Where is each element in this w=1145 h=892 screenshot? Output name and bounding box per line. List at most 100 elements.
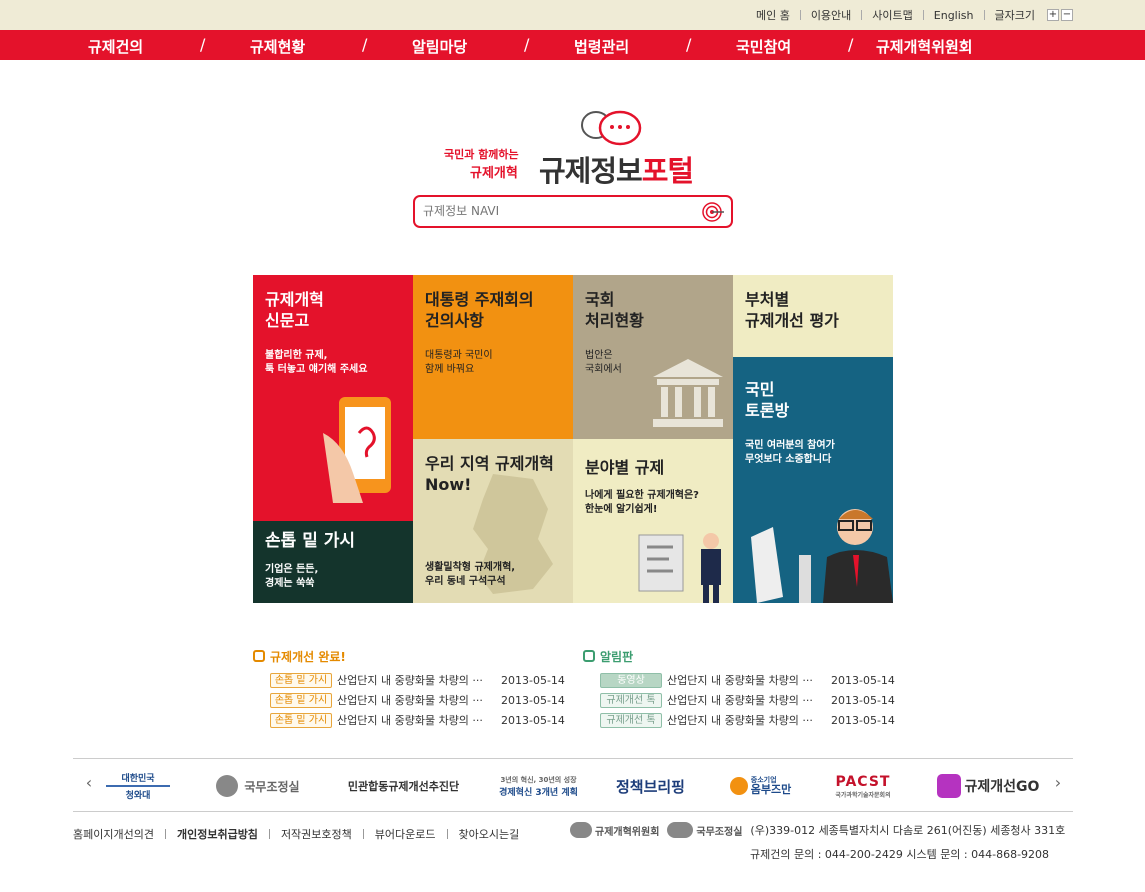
nav-item-participation[interactable]: 국민참여	[736, 36, 791, 57]
item-date: 2013-05-14	[501, 673, 565, 687]
guide-link[interactable]: 이용안내	[801, 7, 861, 23]
nav-separator: /	[524, 35, 530, 54]
nav-item-status[interactable]: 규제현황	[250, 36, 305, 57]
presentation-man-icon	[638, 533, 721, 603]
item-title[interactable]: 산업단지 내 중량화물 차량의 ···	[667, 672, 827, 688]
banner-economy-plan[interactable]: 3년의 혁신, 30년의 성장 경제혁신 3개년 계획	[491, 771, 586, 801]
ombudsman-text: 중소기업 옴부즈만	[751, 776, 791, 796]
tile-discussion-room[interactable]: 국민 토론방 국민 여러분의 참여가 무엇보다 소중합니다	[733, 357, 893, 603]
footer-link-copyright[interactable]: 저작권보호정책	[270, 826, 363, 842]
list-item[interactable]: 손톱 밑 가시 산업단지 내 중량화물 차량의 ··· 2013-05-14	[253, 670, 568, 690]
nav-item-law[interactable]: 법령관리	[574, 36, 629, 57]
list-item[interactable]: 손톱 밑 가시 산업단지 내 중량화물 차량의 ··· 2013-05-14	[253, 690, 568, 710]
list-item[interactable]: 손톱 밑 가시 산업단지 내 중량화물 차량의 ··· 2013-05-14	[253, 710, 568, 730]
sitemap-link[interactable]: 사이트맵	[862, 7, 922, 23]
list-item[interactable]: 규제개선 톡 산업단지 내 중량화물 차량의 ··· 2013-05-14	[583, 690, 898, 710]
footer-address-row: 규제개혁위원회 국무조정실 (우)339-012 세종특별자치시 다솜로 261…	[570, 822, 1065, 838]
search-box	[413, 195, 733, 228]
man-with-computer-icon	[751, 509, 893, 603]
news-list: 동영상 산업단지 내 중량화물 차량의 ··· 2013-05-14 규제개선 톡 산…	[583, 670, 898, 730]
footer-link-feedback[interactable]: 홈페이지개선의견	[73, 826, 165, 842]
list-item[interactable]: 동영상 산업단지 내 중량화물 차량의 ··· 2013-05-14	[583, 670, 898, 690]
logo-title: 규제정보포털	[539, 148, 694, 190]
nav-separator: /	[848, 35, 854, 54]
font-increase-button[interactable]: +	[1047, 9, 1059, 21]
category-tag: 손톱 밑 가시	[270, 712, 332, 728]
tile-desc: 국민 여러분의 참여가 무엇보다 소중합니다	[745, 440, 835, 465]
item-title[interactable]: 산업단지 내 중량화물 차량의 ···	[667, 692, 827, 708]
banner-label: 청와대	[125, 791, 151, 801]
nav-item-proposal[interactable]: 규제건의	[88, 36, 143, 57]
banner-opm[interactable]: 국무조정실	[203, 771, 313, 801]
checkbox-icon	[583, 650, 595, 662]
nav-separator: /	[362, 35, 368, 54]
main-navigation: 규제건의 / 규제현황 / 알림마당 / 법령관리 / 국민참여 / 규제개혁위…	[0, 30, 1145, 60]
item-title[interactable]: 산업단지 내 중량화물 차량의 ···	[337, 672, 497, 688]
utility-bar: 메인 홈 이용안내 사이트맵 English 글자크기 + −	[0, 0, 1145, 30]
org-label: 국무조정실	[696, 826, 743, 838]
tile-desc: 나에게 필요한 규제개혁은? 한눈에 알기쉽게!	[585, 490, 699, 515]
tile-assembly[interactable]: 국회 처리현황 법안은 국회에서	[573, 275, 733, 439]
item-title[interactable]: 산업단지 내 중량화물 차량의 ···	[667, 712, 827, 728]
tile-president-meeting[interactable]: 대통령 주재회의 건의사항 대통령과 국민이 함께 바꿔요	[413, 275, 573, 439]
tile-field-regulation[interactable]: 분야별 규제 나에게 필요한 규제개혁은? 한눈에 알기쉽게!	[573, 439, 733, 603]
category-tag: 규제개선 톡	[600, 712, 662, 728]
site-logo[interactable]: 국민과 함께하는 규제개혁 규제정보포털	[444, 108, 704, 188]
search-input[interactable]	[423, 204, 693, 218]
item-date: 2013-05-14	[501, 693, 565, 707]
news-board: 알림판 동영상 산업단지 내 중량화물 차량의 ··· 2013-05-14 규제개…	[583, 648, 898, 730]
footer-link-viewer[interactable]: 뷰어다운로드	[364, 826, 447, 842]
related-sites-banner: ‹ 대한민국 청와대 국무조정실 민관합동규제개선추진단 3년의 혁신, 30년…	[73, 758, 1073, 812]
tile-title: 부처별 규제개선 평가	[745, 290, 839, 330]
item-title[interactable]: 산업단지 내 중량화물 차량의 ···	[337, 692, 497, 708]
org-logo-icon	[667, 822, 694, 838]
tile-thorn[interactable]: 손톱 밑 가시 기업은 든든, 경제는 쑥쑥	[253, 521, 413, 603]
tile-ministry-evaluation[interactable]: 부처별 규제개선 평가	[733, 275, 893, 357]
nav-separator: /	[686, 35, 692, 54]
tile-desc: 불합리한 규제, 툭 터놓고 얘기해 주세요	[265, 350, 368, 375]
tile-local-reform[interactable]: 우리 지역 규제개혁 Now! 생활밀착형 규제개혁, 우리 동네 구석구석	[413, 439, 573, 603]
utility-links: 메인 홈 이용안내 사이트맵 English 글자크기 + −	[746, 7, 1073, 23]
logo-subtitle: 국민과 함께하는	[444, 148, 519, 161]
list-item[interactable]: 규제개선 톡 산업단지 내 중량화물 차량의 ··· 2013-05-14	[583, 710, 898, 730]
banner-label: PACST	[835, 773, 891, 790]
news-heading[interactable]: 알림판	[583, 648, 898, 664]
chevron-right-icon[interactable]: ›	[1050, 773, 1066, 792]
footer-contact: 규제건의 문의 : 044-200-2429 시스템 문의 : 044-868-…	[750, 848, 1050, 861]
blue-house-icon	[106, 785, 170, 787]
banner-policy-briefing[interactable]: 정책브리핑	[608, 771, 693, 801]
banner-subtitle: 3년의 혁신, 30년의 성장	[500, 775, 577, 784]
banner-label: 규제개선GO	[964, 779, 1040, 795]
banner-ombudsman[interactable]: 중소기업 옴부즈만	[723, 771, 798, 801]
footer-links: 홈페이지개선의견 개인정보취급방침 저작권보호정책 뷰어다운로드 찾아오시는길	[73, 826, 530, 842]
english-link[interactable]: English	[924, 9, 984, 22]
footer-link-directions[interactable]: 찾아오시는길	[448, 826, 531, 842]
banner-subtitle: 국가과학기술자문회의	[835, 791, 891, 799]
banner-label: 민관합동규제개선추진단	[347, 780, 460, 793]
nav-item-committee[interactable]: 규제개혁위원회	[876, 36, 973, 57]
item-date: 2013-05-14	[831, 713, 895, 727]
news-list: 손톱 밑 가시 산업단지 내 중량화물 차량의 ··· 2013-05-14 손톱 …	[253, 670, 568, 730]
tile-title: 국민 토론방	[745, 380, 790, 420]
news-heading[interactable]: 규제개선 완료!	[253, 648, 568, 664]
banner-pacst[interactable]: PACST 국가과학기술자문회의	[823, 771, 903, 801]
checkbox-icon	[253, 650, 265, 662]
footer-link-privacy[interactable]: 개인정보취급방침	[166, 826, 269, 842]
tile-title: 분야별 규제	[585, 458, 665, 477]
font-size-label: 글자크기	[994, 9, 1035, 22]
item-title[interactable]: 산업단지 내 중량화물 차량의 ···	[337, 712, 497, 728]
nav-item-notice[interactable]: 알림마당	[412, 36, 467, 57]
chevron-left-icon[interactable]: ‹	[81, 773, 97, 792]
banner-reform-go[interactable]: 규제개선GO	[933, 771, 1043, 801]
news-completed: 규제개선 완료! 손톱 밑 가시 산업단지 내 중량화물 차량의 ··· 2013-…	[253, 648, 568, 730]
banner-task-force[interactable]: 민관합동규제개선추진단	[341, 771, 466, 801]
home-link[interactable]: 메인 홈	[746, 7, 800, 23]
target-search-icon[interactable]	[701, 201, 725, 223]
tile-title: 우리 지역 규제개혁 Now!	[425, 454, 554, 494]
banner-label: 국무조정실	[244, 779, 300, 794]
tile-title: 대통령 주재회의 건의사항	[425, 290, 534, 330]
banner-cheongwadae[interactable]: 대한민국 청와대	[103, 771, 173, 801]
font-decrease-button[interactable]: −	[1061, 9, 1073, 21]
org-logo-icon	[570, 822, 592, 838]
tile-sinmungo[interactable]: 규제개혁 신문고 불합리한 규제, 툭 터놓고 얘기해 주세요	[253, 275, 413, 521]
